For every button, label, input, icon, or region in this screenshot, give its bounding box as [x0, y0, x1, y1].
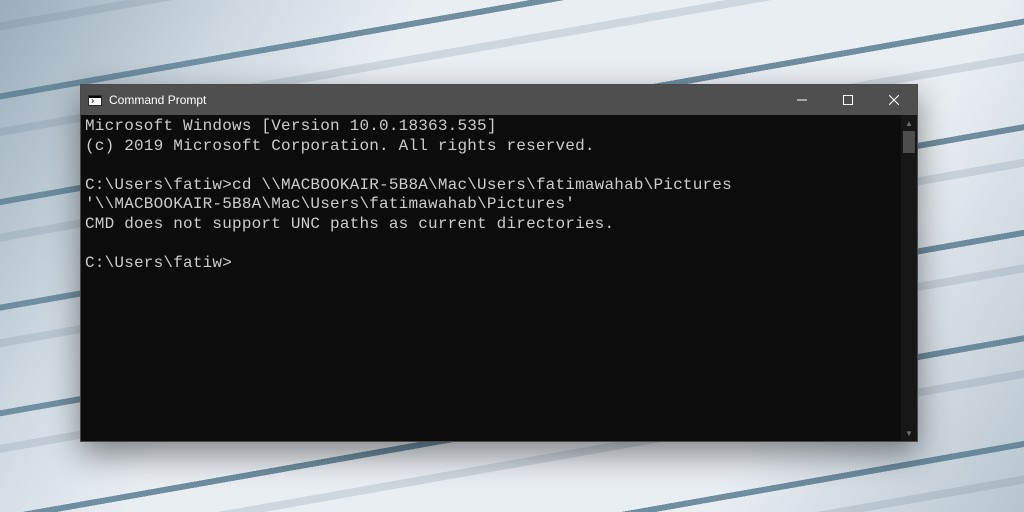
vertical-scrollbar[interactable]: ▲ ▼ — [901, 115, 917, 441]
window-title: Command Prompt — [109, 93, 214, 107]
minimize-button[interactable] — [779, 85, 825, 115]
close-icon — [889, 95, 899, 105]
text-cursor — [232, 256, 240, 272]
terminal-output[interactable]: Microsoft Windows [Version 10.0.18363.53… — [81, 115, 901, 441]
app-icon — [81, 85, 109, 115]
output-line: CMD does not support UNC paths as curren… — [85, 215, 614, 233]
titlebar[interactable]: Command Prompt — [81, 85, 917, 115]
cmd-icon — [88, 95, 102, 106]
output-line: '\\MACBOOKAIR-5B8A\Mac\Users\fatimawahab… — [85, 195, 575, 213]
output-line: (c) 2019 Microsoft Corporation. All righ… — [85, 137, 595, 155]
close-button[interactable] — [871, 85, 917, 115]
command-prompt-window: Command Prompt Microsoft Windows [Versio… — [80, 84, 918, 442]
output-line: C:\Users\fatiw>cd \\MACBOOKAIR-5B8A\Mac\… — [85, 176, 732, 194]
scroll-down-arrow-icon[interactable]: ▼ — [901, 425, 917, 441]
prompt-line: C:\Users\fatiw> — [85, 254, 232, 272]
scroll-thumb[interactable] — [903, 131, 915, 153]
maximize-button[interactable] — [825, 85, 871, 115]
maximize-icon — [843, 95, 853, 105]
minimize-icon — [797, 95, 807, 105]
window-controls — [779, 85, 917, 115]
scroll-track[interactable] — [901, 131, 917, 425]
client-area: Microsoft Windows [Version 10.0.18363.53… — [81, 115, 917, 441]
scroll-up-arrow-icon[interactable]: ▲ — [901, 115, 917, 131]
output-line: Microsoft Windows [Version 10.0.18363.53… — [85, 117, 497, 135]
